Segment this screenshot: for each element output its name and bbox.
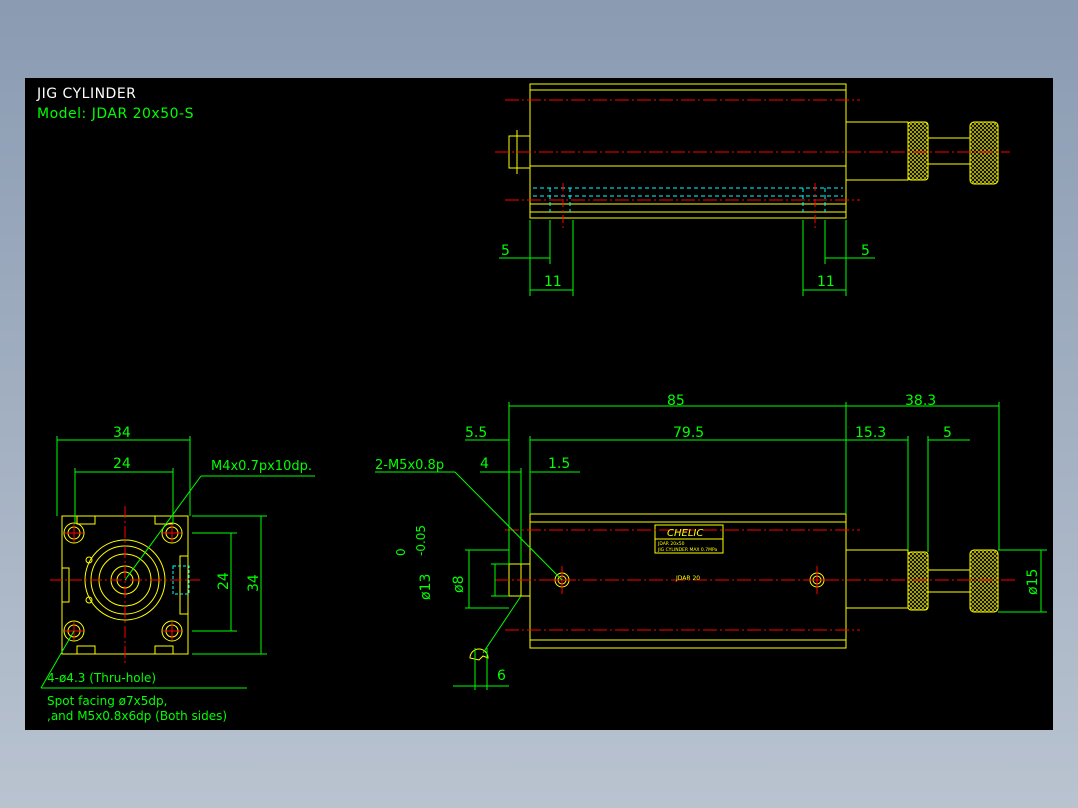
side-dim-front: 5.5 (465, 425, 487, 441)
side-dim-1-5: 1.5 (548, 456, 570, 472)
side-knob-2 (969, 549, 999, 613)
top-knob-2 (969, 121, 999, 185)
side-view (375, 402, 1047, 690)
side-label-line-2: JIG CYLINDER MAX 0.7MPa (657, 547, 717, 553)
side-dim-6: 6 (497, 668, 506, 684)
top-dim-left-11: 11 (544, 274, 562, 290)
top-dim-left-5: 5 (501, 243, 510, 259)
side-dim-bore: ø8 (451, 576, 467, 593)
side-label-line-1: JDAR 20x50 (657, 541, 685, 547)
side-tol-upper: 0 (394, 548, 408, 556)
side-pin (469, 648, 489, 661)
technical-drawing: 5 5 11 11 34 24 24 34 M4x0.7px10dp. 4-ø4… (40, 83, 1047, 723)
cad-viewport[interactable]: JIG CYLINDER Model: JDAR 20x50-S 5 5 11 … (25, 78, 1053, 730)
end-dim-34-width: 34 (113, 425, 131, 441)
end-spot-note-2: ,and M5x0.8x6dp (Both sides) (47, 709, 227, 723)
side-body-marking: JDAR 20 (675, 575, 700, 582)
side-dim-ext: 38.3 (905, 393, 936, 409)
side-dim-knob: 5 (943, 425, 952, 441)
top-dim-right-11: 11 (817, 274, 835, 290)
side-dim-4: 4 (480, 456, 489, 472)
end-dim-24-width: 24 (113, 456, 131, 472)
side-dim-rod: 15.3 (855, 425, 886, 441)
side-rod (845, 549, 909, 609)
side-dim-total: 85 (667, 393, 685, 409)
top-rod (845, 121, 909, 181)
side-label-brand: CHELIC (667, 528, 703, 539)
end-dim-24-height: 24 (216, 572, 232, 590)
top-body (529, 83, 847, 219)
end-dim-34-height: 34 (246, 574, 262, 592)
side-dim-body: 79.5 (673, 425, 704, 441)
side-knob-1 (907, 551, 929, 611)
end-spot-note-1: Spot facing ø7x5dp, (47, 694, 167, 708)
top-knob-1 (907, 121, 929, 181)
side-dim-knob-dia: ø15 (1025, 569, 1041, 595)
side-dim-rod-dia: ø13 (418, 574, 434, 600)
end-hole-note: 4-ø4.3 (Thru-hole) (47, 671, 156, 685)
top-view (495, 83, 1010, 296)
end-tap-note: M4x0.7px10dp. (211, 459, 312, 474)
side-tol-lower: -0.05 (414, 525, 428, 556)
top-dim-right-5: 5 (861, 243, 870, 259)
side-port-note: 2-M5x0.8p (375, 458, 444, 473)
